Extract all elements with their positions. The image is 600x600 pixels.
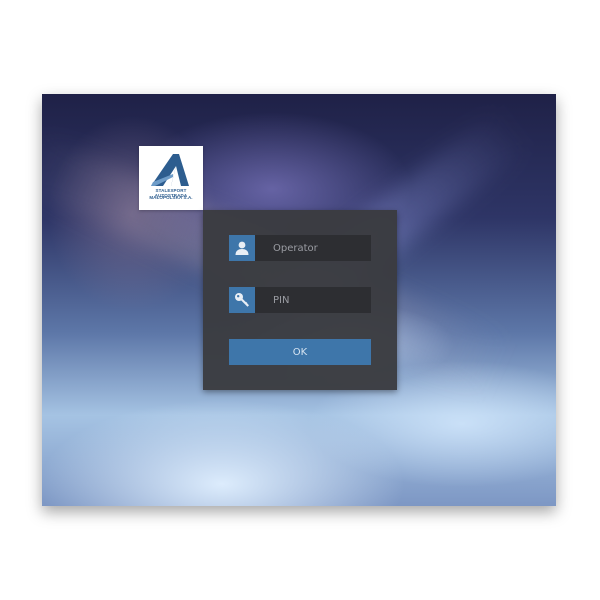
user-icon [229, 235, 255, 261]
login-screen: STALEXPORT AUTOSTRADA MAŁOPOLSKA S.A. Op… [42, 94, 556, 506]
logo-mark-icon [151, 154, 189, 186]
operator-field [229, 235, 371, 261]
key-icon [229, 287, 255, 313]
ok-button[interactable]: OK [229, 339, 371, 365]
login-panel: OK [203, 210, 397, 390]
logo-company-suffix: MAŁOPOLSKA S.A. [149, 195, 193, 200]
company-logo: STALEXPORT AUTOSTRADA MAŁOPOLSKA S.A. [139, 146, 203, 210]
pin-input[interactable] [255, 287, 371, 313]
pin-field [229, 287, 371, 313]
operator-input[interactable] [255, 235, 371, 261]
